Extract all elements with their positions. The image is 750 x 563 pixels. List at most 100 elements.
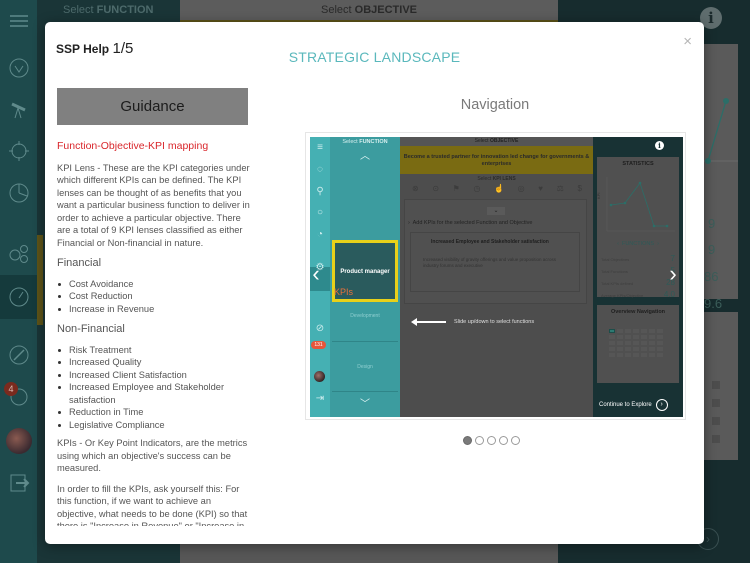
function-item: Development (350, 313, 380, 319)
list-item: Reduction in Time (57, 406, 252, 419)
lightbulb-icon[interactable] (6, 55, 32, 81)
slide-kpi-lens-bold: KPI LENS (492, 176, 516, 182)
slide-statistics-point (652, 224, 656, 228)
lens-icon: ☝ (494, 184, 505, 193)
slide-stat-row: Average KPIs/Objective 4.0 (601, 290, 675, 299)
slide-overview-card: Overview Navigation (597, 305, 679, 383)
slide-hint-text: Slide up/down to select functions (454, 319, 535, 325)
overview-cell (609, 353, 615, 357)
slide-stat-label: Total Objectives (601, 257, 630, 262)
slide-objective-text: Become a trusted partner for innovation … (400, 146, 593, 174)
avatar[interactable] (6, 428, 32, 454)
objective-header-bold: OBJECTIVE (354, 4, 417, 16)
guidance-heading: Function-Objective-KPI mapping (57, 140, 209, 152)
lightbulb-icon: ◌ (317, 164, 323, 175)
kpi-definition: KPIs - Or Key Point Indicators, are the … (57, 438, 248, 473)
overview-cell (657, 341, 663, 345)
carousel-dot[interactable] (475, 436, 484, 445)
guidance-content[interactable]: Function-Objective-KPI mapping KPI Lens … (57, 134, 252, 526)
arrow-left-icon (411, 318, 446, 326)
overview-cell (617, 329, 623, 333)
pie-chart-icon[interactable] (6, 180, 32, 206)
lens-icon: ⊙ (432, 184, 440, 193)
lens-icon: $ (577, 184, 582, 193)
slide-notification-badge: 131 (311, 341, 326, 349)
gauge-icon[interactable] (6, 284, 32, 310)
overview-cell (625, 347, 631, 351)
nav-square (712, 399, 720, 407)
carousel-pagination (463, 436, 520, 445)
guidance-intro: KPI Lens - These are the KPI categories … (57, 162, 250, 248)
overview-cell (625, 335, 631, 339)
carousel-prev-button[interactable]: ‹ (308, 261, 324, 287)
logout-icon[interactable] (6, 470, 32, 496)
lens-icon: ⚖ (556, 184, 564, 193)
overview-cell (649, 353, 655, 357)
nav-square (712, 435, 720, 443)
overview-cell (657, 353, 663, 357)
list-item: Increased Quality (57, 356, 252, 369)
financial-list: Cost Avoidance Cost Reduction Increase i… (57, 278, 252, 316)
overview-cell (609, 335, 615, 339)
pie-chart-icon: ◔ (316, 229, 324, 240)
slide-continue-label: Continue to Explore (599, 402, 652, 408)
chevron-right-icon: › (655, 399, 668, 411)
overview-cell (657, 347, 663, 351)
statistics-card (704, 44, 738, 299)
slide-stat-label: Total KPIs defined (601, 281, 634, 286)
overview-cell (633, 329, 639, 333)
nav-square (712, 381, 720, 389)
carousel-dot[interactable] (511, 436, 520, 445)
overview-cell (633, 335, 639, 339)
overview-cell (649, 341, 655, 345)
info-icon: i (655, 141, 664, 150)
gears-icon[interactable] (6, 240, 32, 266)
slide-lens-icons: ⊗ ⊙ ⚑ ◷ ☝ ◎ ♥ ⚖ $ (412, 184, 582, 193)
overview-cell (617, 341, 623, 345)
list-item: Increase in Revenue (57, 303, 252, 316)
function-header: Select FUNCTION (63, 4, 153, 16)
guidance-button[interactable]: Guidance (57, 88, 248, 125)
slide-statistics-chart: KPI (597, 177, 675, 232)
slide-main-panel: Select OBJECTIVE Become a trusted partne… (400, 137, 593, 417)
navigation-title: Navigation (460, 97, 530, 113)
menu-icon[interactable] (6, 8, 32, 34)
slide-stat-row: Total Functions 5 (601, 266, 675, 275)
kpi-instruction: In order to fill the KPIs, ask yourself … (57, 483, 248, 527)
help-modal: SSP Help 1/5 STRATEGIC LANDSCAPE × Guida… (45, 22, 704, 544)
statistics-point (705, 158, 711, 164)
compass-icon[interactable] (6, 342, 32, 368)
chevron-down-icon: ⌄ (487, 207, 505, 215)
list-item: Cost Avoidance (57, 278, 252, 291)
close-icon[interactable]: × (683, 33, 692, 50)
target-icon: ○ (316, 207, 324, 218)
overview-cell (609, 329, 615, 333)
overview-cell (633, 347, 639, 351)
nav-square (712, 417, 720, 425)
slide-stat-label: Average KPIs/Objective (601, 293, 644, 298)
slide-kpi-card-desc: Increased visibility of gravity offering… (423, 257, 556, 268)
navigation-carousel[interactable]: ≡ ◌ ⚲ ○ ◔ ⚙ ⊘ 131 ⇥ Select FUNCTION ︿ Pr… (305, 132, 686, 420)
objective-header-prefix: Select (321, 4, 352, 16)
overview-cell (641, 335, 647, 339)
list-item: Increased Employee and Stakeholder satis… (57, 381, 252, 406)
slide-statistics-point (665, 224, 669, 228)
carousel-dot[interactable] (463, 436, 472, 445)
slide-statistics-point (623, 201, 627, 205)
overview-cell (641, 341, 647, 345)
overview-cell (641, 329, 647, 333)
carousel-next-button[interactable]: › (665, 261, 681, 287)
slide-statistics-line (610, 182, 667, 227)
divider (332, 391, 398, 392)
slide-objective-header: Select OBJECTIVE (400, 137, 593, 146)
target-icon[interactable] (6, 138, 32, 164)
overview-cell (609, 347, 615, 351)
slide-add-kpis-text: Add KPIs for the selected Function and O… (412, 220, 533, 226)
telescope-icon[interactable] (6, 96, 32, 122)
carousel-dot[interactable] (487, 436, 496, 445)
lens-icon: ♥ (538, 184, 544, 193)
overview-cell (649, 329, 655, 333)
carousel-dot[interactable] (499, 436, 508, 445)
lens-icon: ◎ (517, 184, 525, 193)
slide-kpi-lens-header: Select KPI LENS (400, 176, 593, 182)
